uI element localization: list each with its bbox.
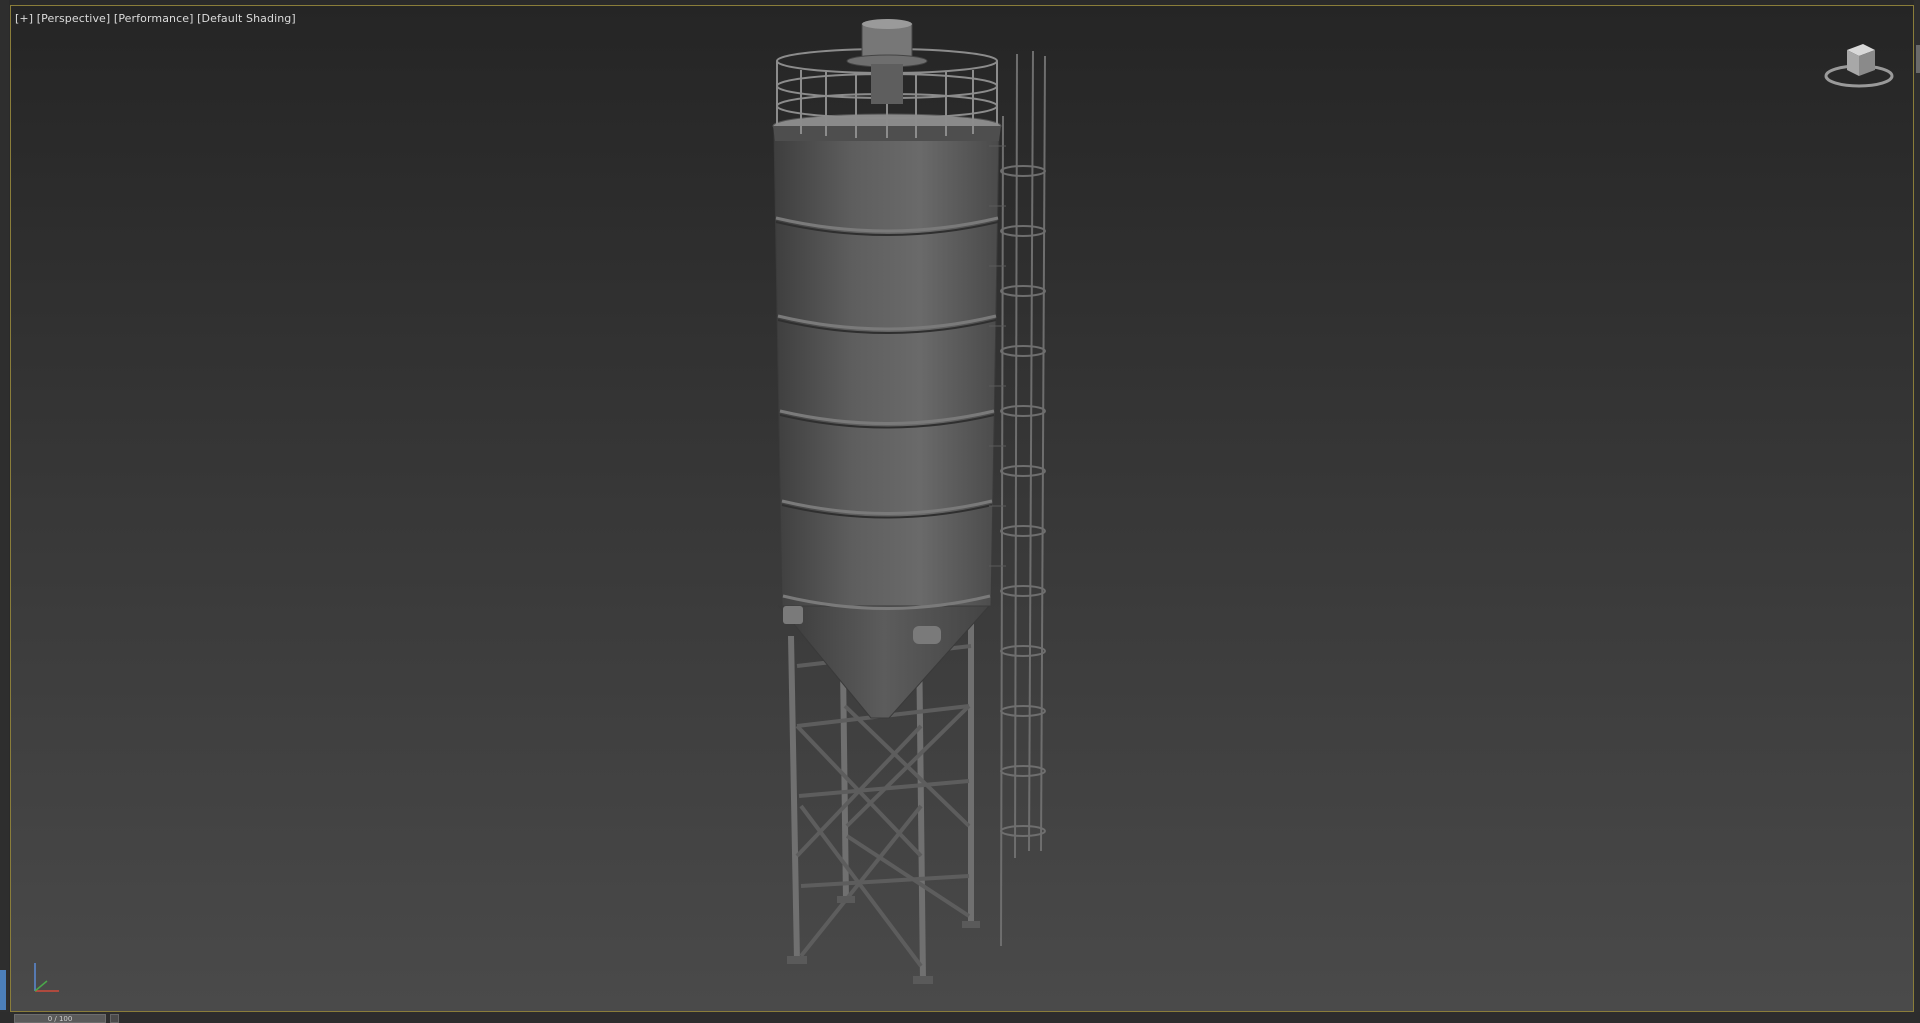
perspective-viewport[interactable]: [+] [Perspective] [Performance] [Default… [10, 5, 1914, 1012]
left-panel-strip [0, 0, 9, 1023]
right-panel-tab[interactable] [1916, 45, 1920, 73]
viewcube-icon[interactable] [1819, 36, 1899, 96]
silo-tank-body [773, 130, 1000, 607]
bottom-timeline-bar [0, 1012, 1920, 1023]
cage-ladder [1000, 50, 1046, 947]
time-slider[interactable]: 0 / 100 [14, 1014, 106, 1023]
right-panel-strip [1914, 0, 1920, 1023]
left-panel-tab[interactable] [0, 970, 6, 1010]
silo-model[interactable] [11, 6, 1914, 1012]
xyz-axis-gizmo-icon [34, 963, 59, 992]
hopper-cone [777, 605, 991, 719]
next-frame-button[interactable] [110, 1014, 119, 1023]
